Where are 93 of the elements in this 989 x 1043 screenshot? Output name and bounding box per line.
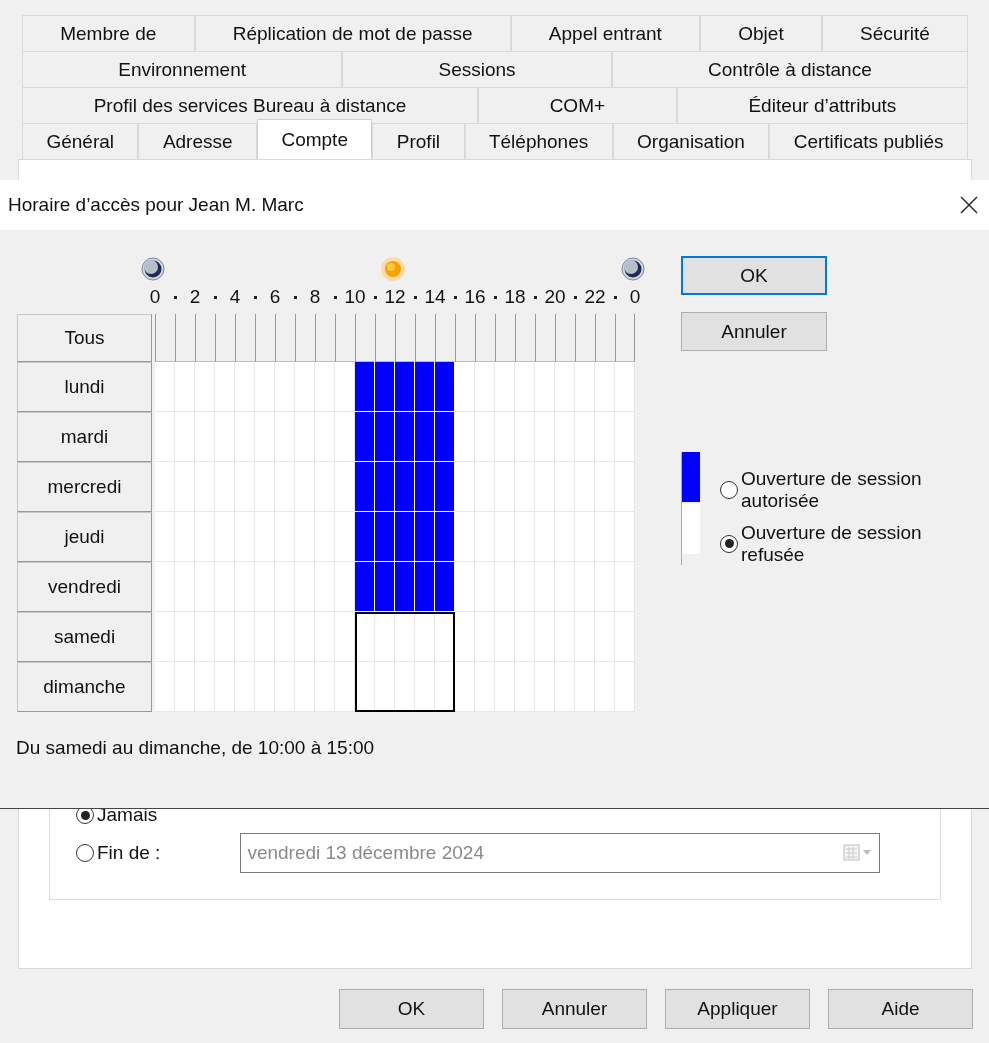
- hour-column-button[interactable]: [175, 314, 195, 362]
- tab[interactable]: Environnement: [22, 51, 343, 87]
- tick-mark: [533, 295, 537, 299]
- time-slot[interactable]: [375, 612, 395, 662]
- tab[interactable]: Sessions: [342, 51, 612, 87]
- tick-mark: [613, 295, 617, 299]
- window-title: Horaire d’accès pour Jean M. Marc: [8, 194, 304, 216]
- hour-label: 6: [268, 286, 282, 308]
- time-slot[interactable]: [395, 662, 415, 712]
- hour-column-button[interactable]: [555, 314, 575, 362]
- day-button[interactable]: mercredi: [17, 462, 152, 512]
- tab[interactable]: Profil: [372, 123, 465, 159]
- time-slot[interactable]: [395, 612, 415, 662]
- hour-column-button[interactable]: [475, 314, 495, 362]
- hour-column-button[interactable]: [235, 314, 255, 362]
- day-button[interactable]: jeudi: [17, 512, 152, 562]
- hour-label: 20: [543, 286, 567, 308]
- moon-icon: [141, 257, 165, 281]
- tab[interactable]: Certificats publiés: [769, 123, 969, 159]
- hour-column-button[interactable]: [575, 314, 595, 362]
- hour-label: 10: [343, 286, 367, 308]
- time-slot[interactable]: [415, 662, 435, 712]
- day-button[interactable]: vendredi: [17, 562, 152, 612]
- tab[interactable]: Éditeur d’attributs: [676, 87, 968, 123]
- tick-mark: [213, 295, 217, 299]
- tab[interactable]: Téléphones: [464, 123, 613, 159]
- hour-column-button[interactable]: [535, 314, 555, 362]
- time-slot[interactable]: [375, 662, 395, 712]
- hour-column-button[interactable]: [495, 314, 515, 362]
- select-all-button[interactable]: Tous: [17, 314, 152, 362]
- hour-label: 16: [463, 286, 487, 308]
- hour-column-button[interactable]: [275, 314, 295, 362]
- hour-column-button[interactable]: [215, 314, 235, 362]
- hour-column-button[interactable]: [195, 314, 215, 362]
- tab[interactable]: Membre de: [22, 15, 195, 51]
- tab[interactable]: Adresse: [138, 123, 257, 159]
- dialog-button[interactable]: Annuler: [502, 989, 647, 1029]
- hour-column-button[interactable]: [615, 314, 635, 362]
- hour-label: 22: [583, 286, 607, 308]
- hour-column-button[interactable]: [155, 314, 175, 362]
- hour-column-button[interactable]: [595, 314, 615, 362]
- radio-button[interactable]: [720, 534, 738, 553]
- dialog-button[interactable]: Annuler: [681, 312, 827, 351]
- hour-column-button[interactable]: [255, 314, 275, 362]
- radio-button[interactable]: [720, 480, 738, 499]
- tick-mark: [333, 295, 337, 299]
- dialog-button[interactable]: Appliquer: [665, 989, 810, 1029]
- dialog-button[interactable]: OK: [339, 989, 484, 1029]
- tick-mark: [413, 295, 417, 299]
- tab[interactable]: Profil des services Bureau à distance: [22, 87, 478, 123]
- moon-icon: [621, 257, 645, 281]
- tab[interactable]: Organisation: [612, 123, 770, 159]
- tick-mark: [493, 295, 497, 299]
- hour-label: 12: [383, 286, 407, 308]
- day-button[interactable]: lundi: [17, 362, 152, 412]
- close-icon[interactable]: [959, 195, 979, 215]
- tick-mark: [453, 295, 457, 299]
- tick-mark: [293, 295, 297, 299]
- tab[interactable]: Objet: [700, 15, 822, 51]
- hour-label: 0: [148, 286, 162, 308]
- selection-summary: Du samedi au dimanche, de 10:00 à 15:00: [16, 737, 376, 759]
- hour-column-button[interactable]: [295, 314, 315, 362]
- hour-column-button[interactable]: [515, 314, 535, 362]
- tick-mark: [173, 295, 177, 299]
- tick-mark: [253, 295, 257, 299]
- hour-label: 18: [503, 286, 527, 308]
- tick-mark: [373, 295, 377, 299]
- radio-label[interactable]: Ouverture de session refusée: [741, 521, 951, 566]
- tab[interactable]: Général: [22, 123, 139, 159]
- hour-column-button[interactable]: [315, 314, 335, 362]
- hour-label: 0: [628, 286, 642, 308]
- time-slot[interactable]: [415, 612, 435, 662]
- tab[interactable]: COM+: [477, 87, 677, 123]
- day-button[interactable]: mardi: [17, 412, 152, 462]
- radio-label[interactable]: Fin de :: [97, 842, 161, 864]
- tab[interactable]: Appel entrant: [510, 15, 701, 51]
- day-button[interactable]: dimanche: [17, 662, 152, 712]
- tab[interactable]: Réplication de mot de passe: [194, 15, 511, 51]
- tab[interactable]: Compte: [257, 119, 373, 159]
- radio-label[interactable]: Ouverture de session autorisée: [741, 468, 951, 512]
- radio-button[interactable]: [76, 844, 94, 862]
- dialog-button[interactable]: Aide: [828, 989, 973, 1029]
- hour-label: 8: [308, 286, 322, 308]
- dialog-button[interactable]: OK: [681, 256, 827, 295]
- hour-label: 4: [228, 286, 242, 308]
- tab[interactable]: Contrôle à distance: [611, 51, 968, 87]
- day-button[interactable]: samedi: [17, 612, 152, 662]
- hour-label: 14: [423, 286, 447, 308]
- tab[interactable]: Sécurité: [821, 15, 968, 51]
- hour-label: 2: [188, 286, 202, 308]
- sun-icon: [380, 256, 406, 282]
- calendar-dropdown-icon: [843, 844, 874, 862]
- tick-mark: [573, 295, 577, 299]
